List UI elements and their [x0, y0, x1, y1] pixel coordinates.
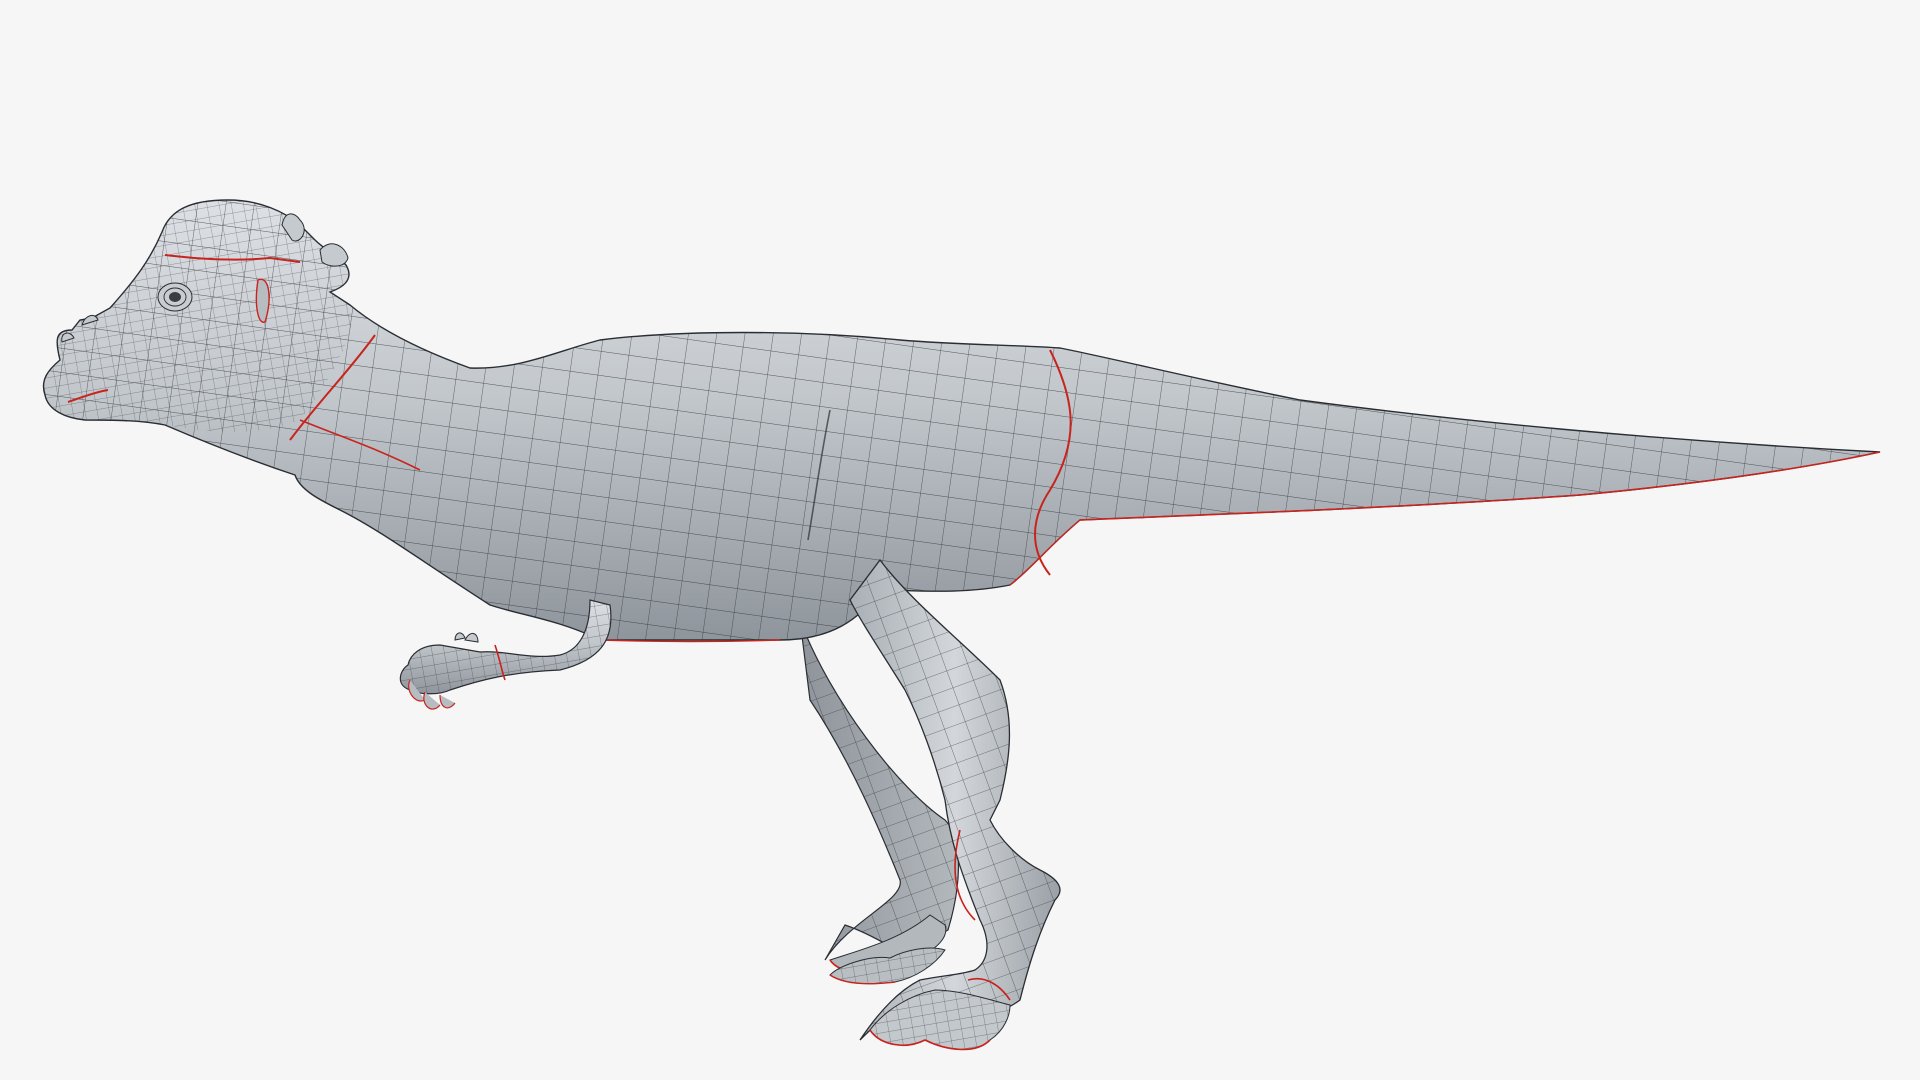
3d-viewport[interactable]: [0, 0, 1920, 1080]
model-canvas: [42, 199, 1881, 1051]
eye-icon: [157, 282, 193, 312]
dinosaur-body: [42, 199, 1881, 643]
